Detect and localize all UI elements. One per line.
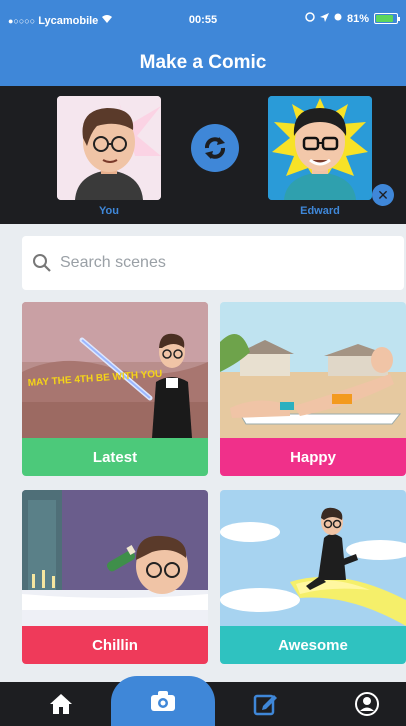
friend-label: Edward xyxy=(300,205,340,217)
scene-card-awesome[interactable]: Awesome xyxy=(220,490,406,664)
search-bar[interactable] xyxy=(22,236,404,290)
rotation-lock-icon xyxy=(305,12,315,25)
scene-card-latest[interactable]: MAY THE 4TH BE WITH YOU Latest xyxy=(22,302,208,476)
scene-card-chillin[interactable]: Chillin xyxy=(22,490,208,664)
avatar-friend[interactable] xyxy=(268,96,372,200)
status-indicators: 81% xyxy=(305,12,400,25)
camera-icon xyxy=(151,691,175,711)
tab-profile[interactable] xyxy=(316,682,406,726)
header: Make a Comic xyxy=(0,40,406,86)
tab-camera[interactable] xyxy=(111,676,215,726)
page-title: Make a Comic xyxy=(139,52,267,73)
scene-label-latest: Latest xyxy=(22,438,208,476)
location-icon xyxy=(319,12,329,25)
status-bar: ●○○○○ Lycamobile 00:55 81% xyxy=(0,0,406,40)
scene-thumbnail-chillin xyxy=(22,490,208,626)
scene-thumbnail-latest: MAY THE 4TH BE WITH YOU xyxy=(22,302,208,438)
scene-label-awesome: Awesome xyxy=(220,626,406,664)
remove-friend-button[interactable]: ✕ xyxy=(372,184,394,206)
profile-icon xyxy=(355,692,379,716)
tab-home[interactable] xyxy=(10,682,112,726)
you-label: You xyxy=(99,205,119,217)
battery-percent: 81% xyxy=(346,12,369,25)
search-icon xyxy=(33,254,51,272)
compose-icon xyxy=(253,694,277,716)
swap-icon xyxy=(205,137,225,159)
scene-card-happy[interactable]: Happy xyxy=(220,302,406,476)
scene-thumbnail-awesome xyxy=(220,490,406,626)
battery-icon xyxy=(374,13,400,24)
tab-bar xyxy=(0,676,406,726)
close-icon: ✕ xyxy=(377,186,389,203)
scene-label-chillin: Chillin xyxy=(22,626,208,664)
swap-button[interactable] xyxy=(191,124,239,172)
scene-label-happy: Happy xyxy=(220,438,406,476)
avatar-you[interactable] xyxy=(57,96,161,200)
friends-panel: You Edward ✕ xyxy=(0,86,406,224)
bluetooth-icon xyxy=(334,12,342,25)
home-icon xyxy=(50,694,72,714)
tab-compose[interactable] xyxy=(214,682,316,726)
scene-thumbnail-happy xyxy=(220,302,406,438)
search-input[interactable] xyxy=(60,254,380,272)
